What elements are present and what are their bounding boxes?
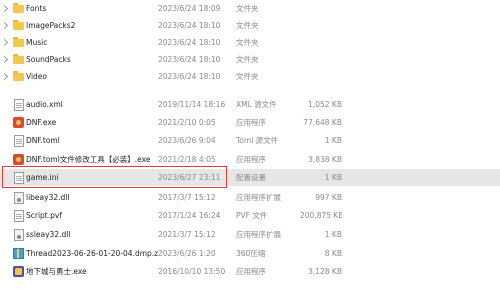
file-size — [300, 17, 342, 34]
list-item[interactable]: SoundPacks 2023/6/24 18:10 文件夹 — [0, 51, 500, 68]
file-type: 应用程序 — [236, 267, 266, 276]
folder-icon — [13, 37, 24, 47]
file-date: 2023/6/24 18:09 — [158, 4, 221, 13]
file-name: Fonts — [26, 4, 47, 13]
document-icon — [14, 210, 24, 222]
file-name: 地下城与勇士.exe — [26, 267, 87, 276]
list-item[interactable]: DNF.exe 2021/2/10 0:05 应用程序 77,648 KB — [0, 114, 500, 131]
dll-icon — [14, 192, 24, 204]
file-name: DNF.toml — [26, 136, 60, 145]
file-name: Script.pvf — [26, 211, 62, 220]
file-size — [300, 68, 342, 85]
file-date: 2016/10/10 13:50 — [158, 267, 226, 276]
file-size: 3,838 KB — [308, 155, 342, 164]
file-type: PVF 文件 — [236, 211, 268, 220]
file-type: 文件夹 — [236, 4, 259, 13]
file-name: ImagePacks2 — [26, 21, 76, 30]
file-date: 2023/6/24 18:10 — [158, 72, 221, 81]
file-date: 2023/6/26 1:20 — [158, 249, 216, 258]
file-size: 8 KB — [324, 249, 342, 258]
list-item[interactable]: ssleay32.dll 2021/3/7 15:12 应用程序扩展 1 KB — [0, 226, 500, 243]
list-item[interactable]: DNF.toml 2023/6/26 9:04 Toml 源文件 1 KB — [0, 132, 500, 149]
game-icon — [13, 266, 24, 277]
file-size: 1,052 KB — [308, 100, 342, 109]
file-size: 1 KB — [324, 136, 342, 145]
file-type: 文件夹 — [236, 21, 259, 30]
file-type: XML 源文件 — [236, 100, 277, 109]
file-type: 文件夹 — [236, 38, 259, 47]
file-size: 3,128 KB — [308, 267, 342, 276]
file-type: 文件夹 — [236, 72, 259, 81]
list-item[interactable]: ImagePacks2 2023/6/24 18:10 文件夹 — [0, 17, 500, 34]
chevron-icon — [0, 21, 9, 30]
file-name: ssleay32.dll — [26, 230, 71, 239]
list-item[interactable]: Video 2023/6/24 18:10 文件夹 — [0, 68, 500, 85]
file-date: 2017/3/7 15:12 — [158, 193, 216, 202]
file-name: audio.xml — [26, 100, 63, 109]
file-name: DNF.exe — [26, 118, 57, 127]
application-icon — [13, 117, 24, 128]
folder-icon — [13, 20, 24, 30]
file-type: 文件夹 — [236, 55, 259, 64]
file-size: 77,648 KB — [303, 118, 342, 127]
list-item[interactable]: audio.xml 2019/11/14 18:16 XML 源文件 1,052… — [0, 96, 500, 113]
file-type: 应用程序扩展 — [236, 193, 281, 202]
file-date: 2017/1/24 16:24 — [158, 211, 221, 220]
document-icon — [14, 135, 24, 147]
list-item[interactable]: Fonts 2023/6/24 18:09 文件夹 — [0, 0, 500, 17]
file-name: SoundPacks — [26, 55, 71, 64]
file-name: Music — [26, 38, 48, 47]
dll-icon — [14, 229, 24, 241]
folder-icon — [13, 3, 24, 13]
file-name: libeay32.dll — [26, 193, 70, 202]
file-size: 200,875 KB — [300, 211, 342, 220]
chevron-icon — [0, 4, 9, 13]
file-date: 2023/6/24 18:10 — [158, 55, 221, 64]
file-date: 2021/3/7 15:12 — [158, 230, 216, 239]
file-type: 应用程序 — [236, 155, 266, 164]
file-date: 2021/2/10 0:05 — [158, 118, 216, 127]
folder-icon — [13, 54, 24, 64]
file-date: 2019/11/14 18:16 — [158, 100, 226, 109]
list-item[interactable]: libeay32.dll 2017/3/7 15:12 应用程序扩展 997 K… — [0, 189, 500, 206]
file-size — [300, 51, 342, 68]
highlight-box — [2, 166, 227, 188]
file-size: 1 KB — [324, 173, 342, 182]
file-type: Toml 源文件 — [236, 136, 279, 145]
folder-icon — [13, 71, 24, 81]
tool-icon — [13, 154, 24, 165]
list-item[interactable]: Thread2023-06-26-01-20-04.dmp.z 2023/6/2… — [0, 245, 500, 262]
file-date: 2023/6/26 9:04 — [158, 136, 216, 145]
list-item[interactable]: Script.pvf 2017/1/24 16:24 PVF 文件 200,87… — [0, 207, 500, 224]
chevron-icon — [0, 72, 9, 81]
file-name: Thread2023-06-26-01-20-04.dmp.z — [26, 249, 159, 258]
list-item[interactable]: 地下城与勇士.exe 2016/10/10 13:50 应用程序 3,128 K… — [0, 263, 500, 280]
file-size — [300, 0, 342, 17]
file-size: 1 KB — [324, 230, 342, 239]
document-icon — [14, 99, 24, 111]
file-size: 997 KB — [315, 193, 342, 202]
file-type: 配置设置 — [236, 173, 266, 182]
chevron-icon — [0, 38, 9, 47]
file-type: 应用程序扩展 — [236, 230, 281, 239]
list-item[interactable]: Music 2023/6/24 18:10 文件夹 — [0, 34, 500, 51]
file-size — [300, 34, 342, 51]
file-type: 360压缩 — [236, 249, 266, 258]
file-type: 应用程序 — [236, 118, 266, 127]
chevron-icon — [0, 55, 9, 64]
file-date: 2023/6/24 18:10 — [158, 38, 221, 47]
file-list: Fonts 2023/6/24 18:09 文件夹 ImagePacks2 20… — [0, 0, 500, 292]
file-date: 2023/6/24 18:10 — [158, 21, 221, 30]
file-name: Video — [26, 72, 48, 81]
archive-icon — [13, 248, 24, 259]
